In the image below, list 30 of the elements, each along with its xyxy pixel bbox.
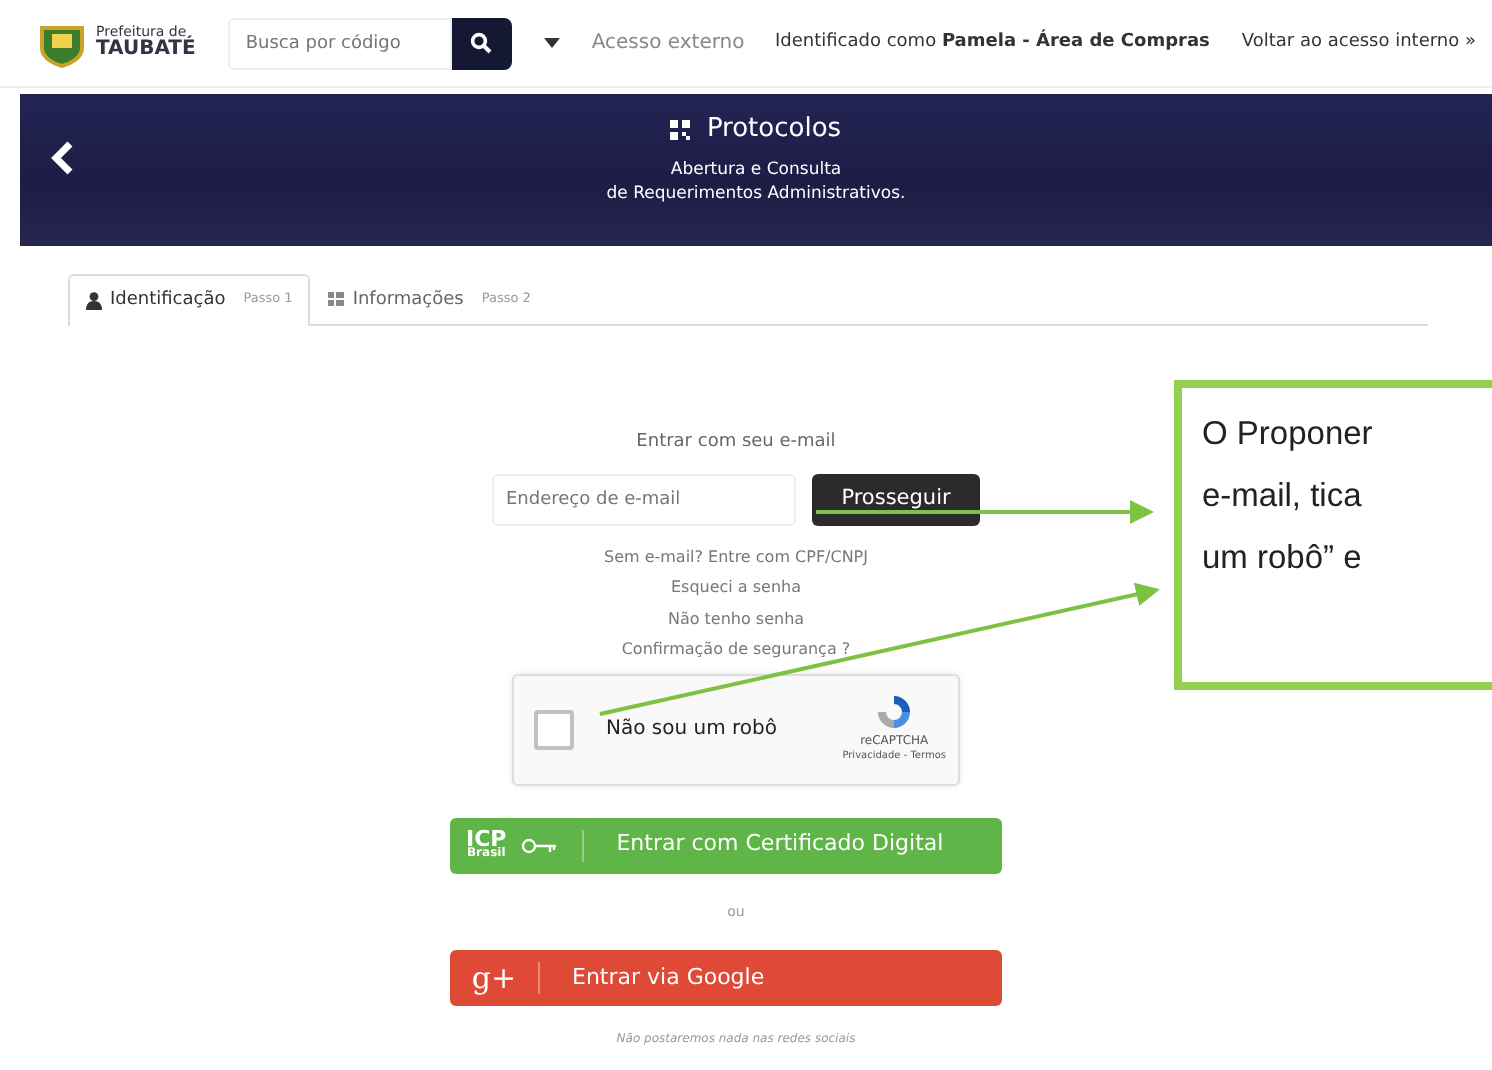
- banner-title: Protocolos: [706, 112, 842, 148]
- banner-subtitle: Abertura e Consulta: [670, 157, 842, 183]
- back-link[interactable]: Voltar ao acesso interno »: [1241, 29, 1476, 57]
- list-icon: [328, 292, 345, 309]
- link[interactable]: Esqueci a senha: [670, 572, 802, 603]
- callout-text: O Proponer: [1202, 414, 1375, 456]
- key-icon: [522, 837, 559, 853]
- captcha-label: Não sou um robô: [606, 716, 777, 744]
- banner-subtitle: de Requerimentos Administrativos.: [606, 182, 906, 208]
- person-icon: [86, 291, 102, 310]
- search-icon: [470, 32, 493, 54]
- identity-text: Identificado como Pamela - Área de Compras: [775, 29, 1210, 56]
- email-field[interactable]: Endereço de e-mail: [492, 473, 796, 525]
- caret-icon[interactable]: [543, 38, 560, 48]
- qr-code-icon: [670, 119, 691, 140]
- back-chevron-icon[interactable]: [48, 138, 76, 178]
- search-field[interactable]: Busca por código: [227, 17, 452, 69]
- callout-text: um robô” e: [1202, 538, 1364, 580]
- google-button[interactable]: g+ Entrar via Google: [450, 950, 1002, 1006]
- link[interactable]: Não tenho senha: [667, 603, 805, 634]
- continue-button[interactable]: Prosseguir: [812, 473, 980, 525]
- logo-text: TAUBATÉ: [96, 40, 196, 60]
- captcha-checkbox[interactable]: [534, 709, 574, 749]
- link[interactable]: Sem e-mail? Entre com CPF/CNPJ: [603, 541, 868, 572]
- link[interactable]: Confirmação de segurança ?: [621, 634, 851, 665]
- callout-text: e-mail, tica: [1202, 476, 1364, 518]
- form-heading: Entrar com seu e-mail: [636, 430, 836, 456]
- external-access-link[interactable]: Acesso externo: [591, 28, 745, 58]
- search-button[interactable]: [451, 17, 512, 69]
- recaptcha-logo-icon: [874, 692, 915, 733]
